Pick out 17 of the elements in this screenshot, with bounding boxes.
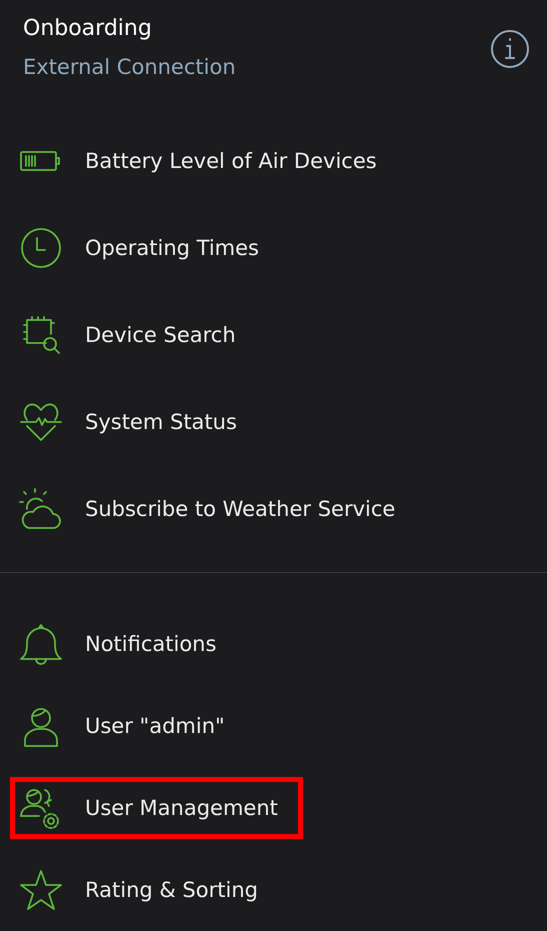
info-button[interactable] [491, 30, 529, 68]
menu-item[interactable]: Battery Level of Air Devices [10, 136, 402, 184]
bell-icon [19, 622, 63, 666]
menu-item[interactable]: Subscribe to Weather Service [10, 478, 420, 540]
sun-cloud-icon [19, 486, 63, 530]
menu-item[interactable]: Notifications [10, 613, 242, 675]
menu-item[interactable]: Rating & Sorting [10, 859, 283, 921]
menu-item[interactable]: User Management [10, 777, 303, 839]
clock-icon [19, 226, 63, 270]
menu-item[interactable]: Operating Times [10, 216, 284, 278]
battery-icon [19, 148, 63, 172]
menu-item[interactable]: System Status [10, 390, 262, 452]
menu-subtitle: External Connection [23, 54, 236, 81]
menu-item[interactable]: User "admin" [10, 695, 250, 757]
star-icon [19, 868, 63, 912]
menu-item[interactable]: Device Search [10, 304, 261, 366]
menu-title: Onboarding [23, 15, 153, 43]
